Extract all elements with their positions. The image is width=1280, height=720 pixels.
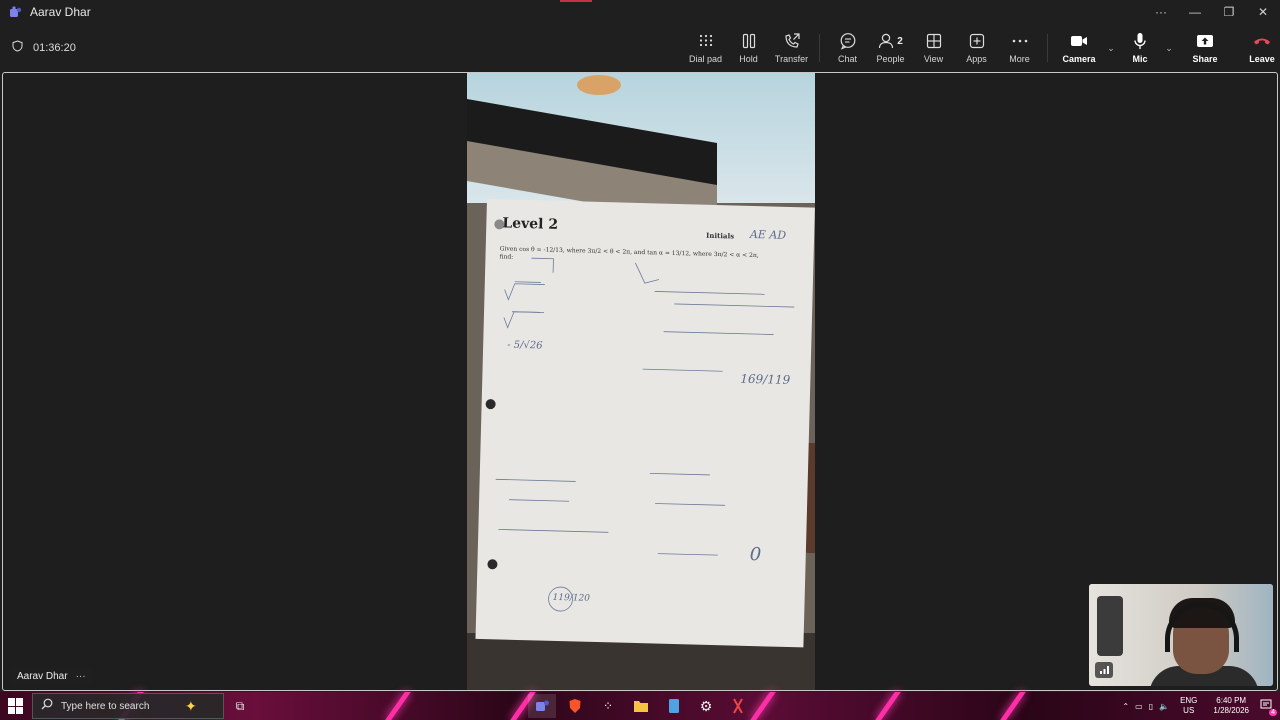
windows-taskbar: ✦ ⧉ ⁘ ⚙ ⌃ ▭ ▯ 🔈 ENG US 6:40 PM 1/28/2026… [0,692,1280,720]
participant-name: Aarav Dhar [17,670,68,682]
transfer-icon [783,32,801,50]
share-button[interactable]: Share [1176,28,1234,68]
mic-label: Mic [1132,54,1148,64]
search-input[interactable] [61,700,181,712]
wallpaper-streak [875,692,901,720]
more-button[interactable]: More [998,28,1041,68]
hold-button[interactable]: Hold [727,28,770,68]
chat-button[interactable]: Chat [826,28,869,68]
chat-label: Chat [837,54,857,64]
transfer-label: Transfer [774,54,809,64]
battery-icon[interactable]: ▯ [1149,702,1153,711]
snipping-tool-icon[interactable] [724,694,752,718]
search-highlight-icon[interactable]: ✦ [185,698,197,715]
dial-pad-button[interactable]: Dial pad [684,28,727,68]
transfer-button[interactable]: Transfer [770,28,813,68]
apps-button[interactable]: Apps [955,28,998,68]
worksheet-handwriting [495,257,795,612]
video-stage: Level 2 Initials AE AD Given cos θ = -12… [2,72,1278,691]
people-count-badge: 2 [897,35,903,47]
close-button[interactable]: ✕ [1246,0,1280,24]
notification-count-badge: 4 [1269,709,1277,716]
terminal-icon[interactable]: ⁘ [594,694,622,718]
windows-start-icon[interactable] [8,698,24,714]
chat-icon [839,32,857,50]
notification-center-icon[interactable]: 4 [1260,699,1277,716]
participant-name-tag[interactable]: Aarav Dhar ··· [11,667,92,685]
teams-icon [8,5,22,19]
view-button[interactable]: View [912,28,955,68]
self-view-mic-stand [1097,596,1123,656]
tray-overflow-chevron-icon[interactable]: ⌃ [1122,702,1129,711]
people-button[interactable]: 2 People [869,28,912,68]
worksheet-paper: Level 2 Initials AE AD Given cos θ = -12… [475,199,815,648]
brave-browser-icon[interactable] [561,694,589,718]
dialpad-icon [699,32,713,50]
teams-taskbar-icon[interactable] [528,694,556,718]
timer-text: 01:36:20 [33,41,76,54]
view-label: View [923,54,944,64]
toolbar-left-group: Dial pad Hold Transfer Chat 2 People Vie… [684,28,1280,68]
file-explorer-icon[interactable] [627,694,655,718]
language-indicator[interactable]: ENG US [1180,696,1197,716]
camera-icon [1070,32,1088,50]
camera-label: Camera [1062,54,1096,64]
clock-time: 6:40 PM [1216,696,1247,705]
task-view-icon[interactable]: ⧉ [226,694,254,718]
taskbar-search[interactable]: ✦ [32,693,224,719]
hold-label: Hold [739,54,758,64]
apps-icon [969,32,985,50]
more-options-icon[interactable]: ··· [1144,0,1178,24]
camera-button[interactable]: Camera [1054,28,1104,68]
leave-icon [1252,32,1272,50]
share-label: Share [1192,54,1218,64]
language-line2: US [1183,706,1195,715]
sharing-indicator [560,0,592,2]
mic-icon [1133,32,1147,50]
signal-bars-icon[interactable] [1095,662,1113,678]
more-icon [1012,32,1028,50]
notes-app-icon[interactable] [660,694,688,718]
dial-pad-label: Dial pad [688,54,723,64]
leave-button[interactable]: Leave [1234,28,1280,68]
wallpaper-streak [750,692,776,720]
shield-icon [12,40,23,55]
search-icon [41,697,53,715]
title-bar: Aarav Dhar ··· — ❐ ✕ [0,0,1280,24]
minimize-button[interactable]: — [1178,0,1212,24]
remote-video-feed: Level 2 Initials AE AD Given cos θ = -12… [467,73,815,690]
system-tray: ⌃ ▭ ▯ 🔈 ENG US 6:40 PM 1/28/2026 4 [1119,692,1280,720]
more-label: More [1009,54,1030,64]
mic-options-chevron-icon[interactable]: ⌄ [1162,28,1176,68]
settings-gear-icon[interactable]: ⚙ [692,694,720,718]
toolbar-separator [1047,34,1048,62]
volume-icon[interactable]: 🔈 [1159,702,1169,711]
language-line1: ENG [1180,696,1198,705]
view-icon [926,32,942,50]
window-title: Aarav Dhar [30,5,91,19]
self-view-video[interactable] [1089,584,1273,686]
participant-more-icon[interactable]: ··· [76,671,86,682]
window-controls: ··· — ❐ ✕ [1144,0,1280,24]
network-icon[interactable]: ▭ [1135,702,1143,711]
restore-button[interactable]: ❐ [1212,0,1246,24]
mic-button[interactable]: Mic [1118,28,1162,68]
call-timer: 01:36:20 [12,40,76,55]
camera-options-chevron-icon[interactable]: ⌄ [1104,28,1118,68]
video-ceiling-spot [577,75,621,95]
share-icon [1196,32,1214,50]
hold-icon [741,32,757,50]
call-toolbar: 01:36:20 Dial pad Hold Transfer Chat 2 P… [0,24,1280,72]
taskbar-clock[interactable]: 6:40 PM 1/28/2026 [1213,696,1249,716]
clock-date: 1/28/2026 [1213,706,1249,715]
toolbar-separator [819,34,820,62]
apps-label: Apps [966,54,987,64]
wallpaper-streak [385,692,411,720]
people-icon: 2 [878,32,903,50]
wallpaper-streak [1000,692,1026,720]
people-label: People [876,54,905,64]
leave-label: Leave [1249,54,1275,64]
